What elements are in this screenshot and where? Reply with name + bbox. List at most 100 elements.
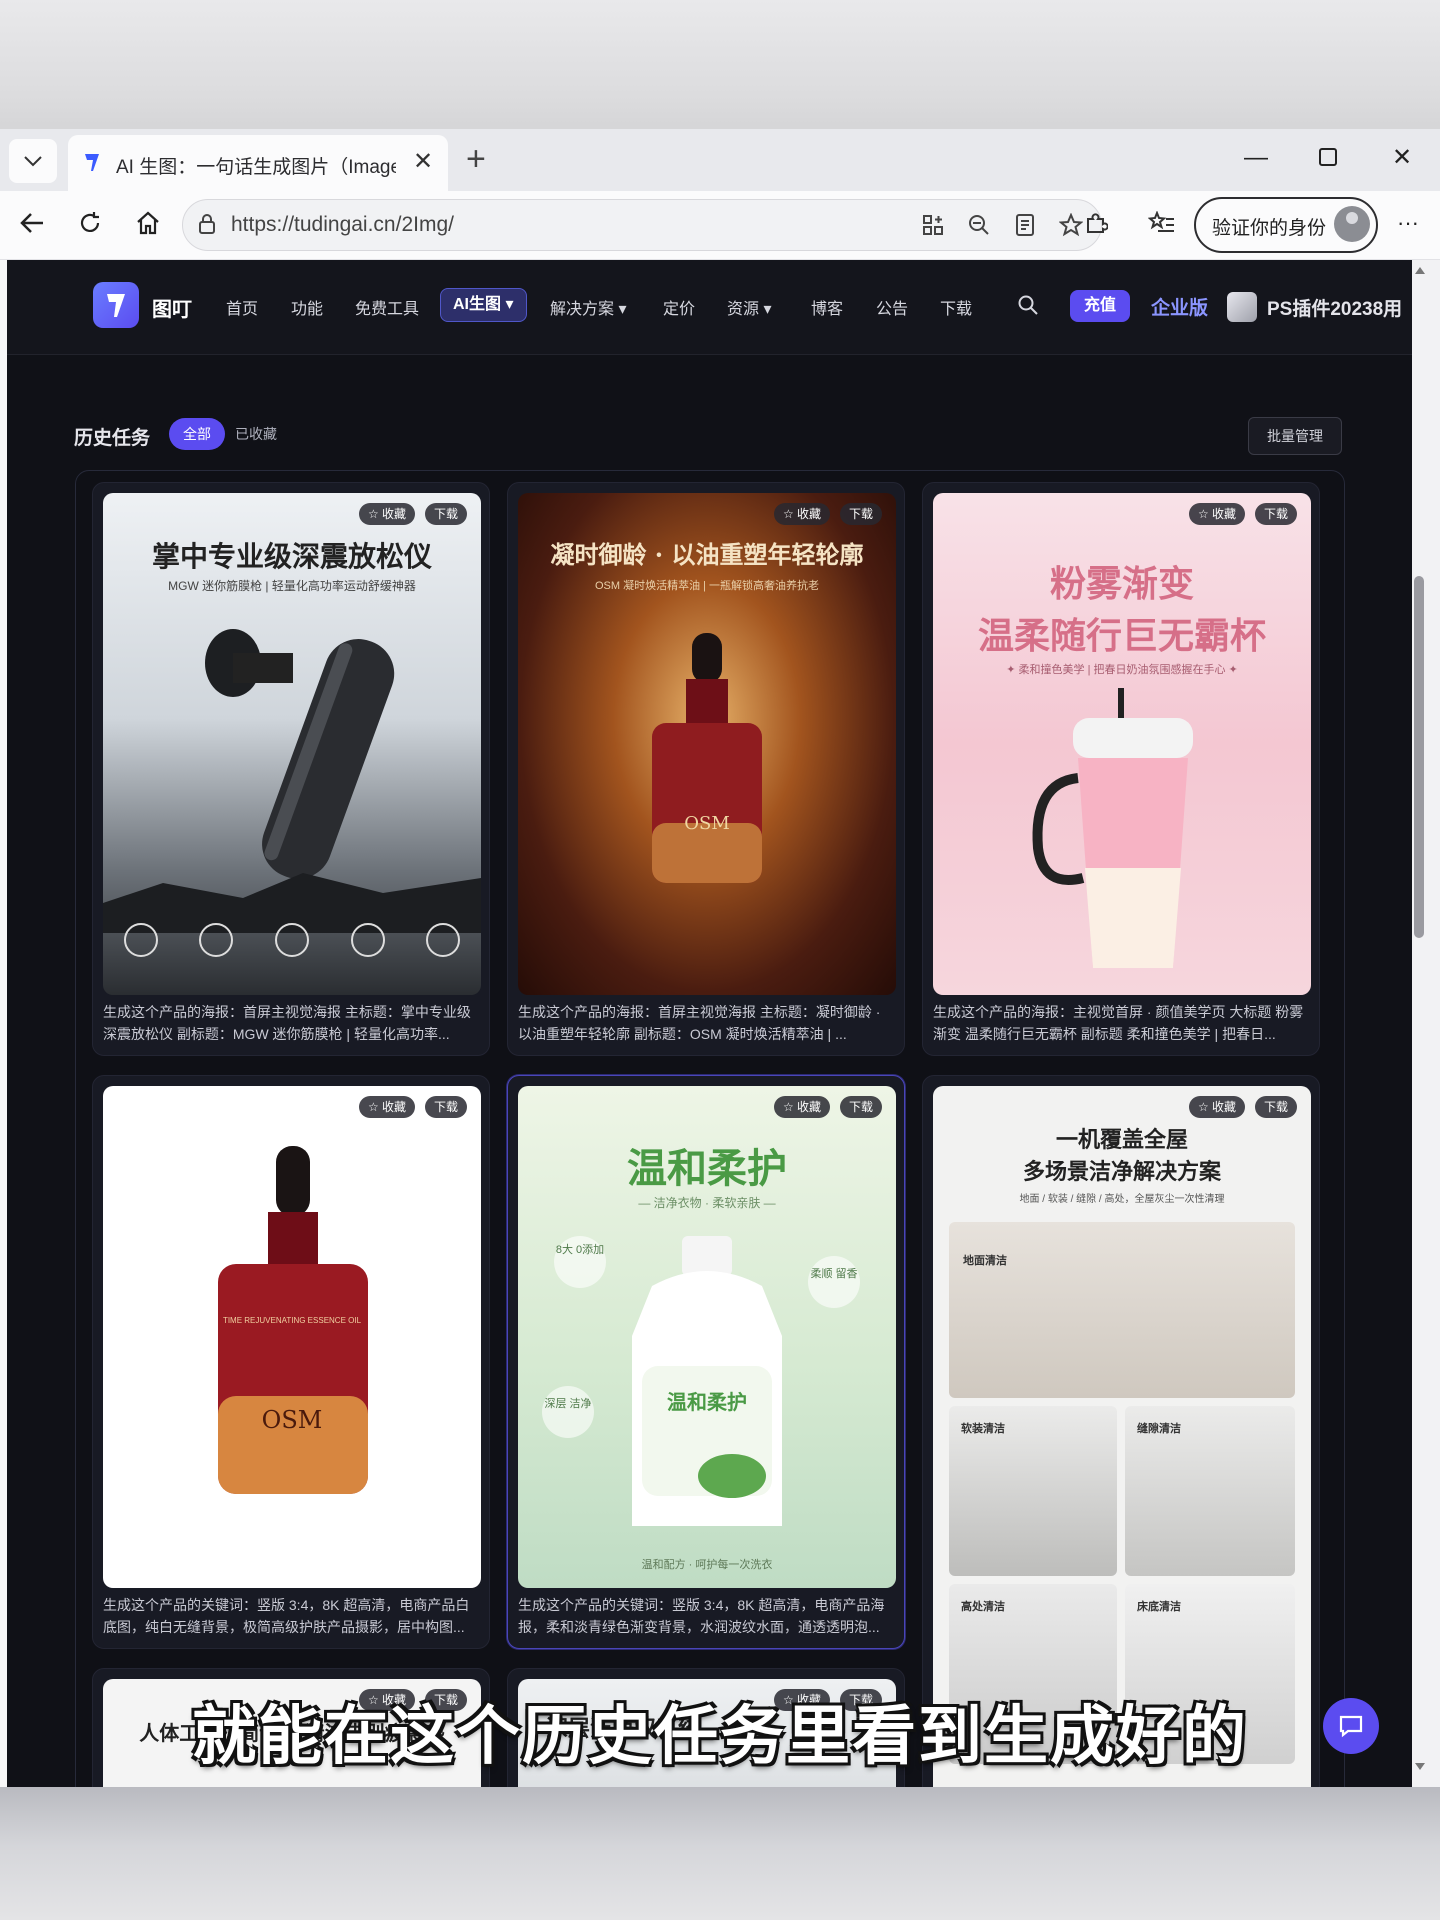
chevron-down-icon [24,156,42,167]
recharge-button[interactable]: 充值 [1070,290,1130,322]
search-icon[interactable] [1017,294,1039,316]
bottle-label: 温和柔护 [667,1392,747,1414]
profile-button[interactable]: 验证你的身份 [1194,197,1378,253]
home-icon [137,211,159,235]
filter-all-chip[interactable]: 全部 [169,418,225,450]
poster-title-line2: 多场景洁净解决方案 [1022,1159,1221,1184]
scroll-up-icon[interactable] [1414,265,1426,275]
favorite-button[interactable]: ☆ 收藏 [774,1096,830,1118]
favorite-button[interactable]: ☆ 收藏 [359,503,415,525]
download-button[interactable]: 下载 [1255,1096,1297,1118]
poster-image[interactable]: 凝时御龄 · 以油重塑年轻轮廓 OSM 凝时焕活精萃油 | 一瓶解锁高奢油养抗老… [518,493,896,995]
panel-gap: 缝隙清洁 [1125,1406,1295,1576]
history-card[interactable]: 掌中专业级深震放松仪 MGW 迷你筋膜枪 | 轻量化高功率运动舒缓神器 ☆ 收藏… [92,482,490,1056]
nav-announcements[interactable]: 公告 [876,295,908,319]
site-logo[interactable] [93,282,139,328]
favorite-button[interactable]: ☆ 收藏 [359,1096,415,1118]
poster-title: 温和柔护 [627,1145,787,1192]
favorites-button[interactable] [1144,205,1180,241]
poster-title-line1: 粉雾渐变 [1049,563,1194,605]
filter-favorites-chip[interactable]: 已收藏 [235,424,277,444]
background-blur [0,1787,1440,1920]
app-grid-icon[interactable] [915,209,951,241]
badge-softening: 柔顺 留香 [808,1256,860,1308]
history-card[interactable]: 一机覆盖全屋 多场景洁净解决方案 地面 / 软装 / 缝隙 / 高处，全屋灰尘一… [922,1075,1320,1787]
nav-solutions-label: 解决方案 [550,301,615,318]
close-window-button[interactable]: ✕ [1392,143,1412,173]
favorite-button[interactable]: ☆ 收藏 [1189,503,1245,525]
nav-blog[interactable]: 博客 [811,295,843,319]
more-menu-button[interactable]: ··· [1390,205,1426,241]
nav-download[interactable]: 下载 [940,295,972,319]
browser-toolbar: https://tudingai.cn/2Img/ 验证你的身份 ··· [0,191,1440,260]
poster-image[interactable]: 掌中专业级深震放松仪 MGW 迷你筋膜枪 | 轻量化高功率运动舒缓神器 ☆ 收藏… [103,493,481,995]
history-card[interactable]: TIME REJUVENATING ESSENCE OIL OSM ☆ 收藏 下… [92,1075,490,1649]
logo-icon [107,294,125,317]
poster-title: 凝时御龄 · 以油重塑年轻轮廓 [550,540,864,569]
nav-pricing[interactable]: 定价 [663,295,695,319]
extensions-button[interactable] [1078,205,1114,241]
download-button[interactable]: 下载 [425,1096,467,1118]
nav-ai-image[interactable]: AI生图 ▾ [440,288,527,322]
history-card[interactable]: 温和柔护 — 洁净衣物 · 柔软亲肤 — 8大 0添加 柔顺 留香 深层 洁净 … [507,1075,905,1649]
poster-image[interactable]: 一机覆盖全屋 多场景洁净解决方案 地面 / 软装 / 缝隙 / 高处，全屋灰尘一… [933,1086,1311,1787]
favorite-button[interactable]: ☆ 收藏 [1189,1096,1245,1118]
card-caption: 生成这个产品的海报：首屏主视觉海报 主标题：掌中专业级深震放松仪 副标题：MGW… [103,1004,471,1042]
chat-support-button[interactable] [1323,1698,1379,1754]
back-button[interactable] [14,205,50,241]
favorite-button[interactable]: ☆ 收藏 [774,503,830,525]
serum-bottle-graphic [218,1146,368,1494]
maximize-button[interactable] [1318,145,1338,175]
history-card[interactable]: 粉雾渐变 温柔随行巨无霸杯 ✦ 柔和撞色美学 | 把春日奶油氛围感握在手心 ✦ … [922,482,1320,1056]
panel-fabric: 软装清洁 [949,1406,1117,1576]
avatar [1334,206,1370,242]
site-header: 图叮 首页 功能 免费工具 AI生图 ▾ 解决方案 ▾ 定价 资源 ▾ 博客 公… [7,260,1412,355]
minimize-button[interactable]: — [1244,143,1268,173]
history-title: 历史任务 [74,428,151,449]
web-page: 图叮 首页 功能 免费工具 AI生图 ▾ 解决方案 ▾ 定价 资源 ▾ 博客 公… [7,260,1412,1787]
panel-label: 床底清洁 [1137,1601,1181,1613]
reader-mode-icon[interactable] [1007,209,1043,241]
nav-resources-label: 资源 [727,301,760,318]
new-tab-button[interactable]: + [466,139,486,179]
home-button[interactable] [130,205,166,241]
poster-image[interactable]: 粉雾渐变 温柔随行巨无霸杯 ✦ 柔和撞色美学 | 把春日奶油氛围感握在手心 ✦ … [933,493,1311,995]
enterprise-link[interactable]: 企业版 [1151,293,1208,320]
nav-home[interactable]: 首页 [226,295,258,319]
scrollbar[interactable] [1412,260,1440,1787]
download-button[interactable]: 下载 [840,1096,882,1118]
active-tab[interactable]: AI 生图：一句话生成图片（Image ✕ [68,135,448,191]
download-button[interactable]: 下载 [1255,503,1297,525]
address-bar[interactable]: https://tudingai.cn/2Img/ [182,199,1102,251]
poster-subtitle: ✦ 柔和撞色美学 | 把春日奶油氛围感握在手心 ✦ [1006,664,1238,676]
poster-image[interactable]: 温和柔护 — 洁净衣物 · 柔软亲肤 — 8大 0添加 柔顺 留香 深层 洁净 … [518,1086,896,1588]
zoom-out-icon[interactable] [961,209,997,241]
download-button[interactable]: 下载 [840,503,882,525]
serum-bottle-graphic [652,633,762,883]
url-text: https://tudingai.cn/2Img/ [231,213,454,236]
batch-manage-button[interactable]: 批量管理 [1248,417,1342,455]
logo-text[interactable]: 图叮 [152,293,192,322]
panel-floor: 地面清洁 [949,1222,1295,1398]
close-tab-icon[interactable]: ✕ [413,147,433,176]
history-card[interactable]: 凝时御龄 · 以油重塑年轻轮廓 OSM 凝时焕活精萃油 | 一瓶解锁高奢油养抗老… [507,482,905,1056]
download-button[interactable]: 下载 [425,503,467,525]
panel-label: 地面清洁 [963,1255,1007,1267]
chat-bubble-icon [1339,1715,1363,1738]
panel-label: 软装清洁 [961,1423,1005,1435]
nav-features[interactable]: 功能 [291,295,323,319]
scrollbar-thumb[interactable] [1414,576,1424,938]
refresh-button[interactable] [72,205,108,241]
favorites-list-icon [1148,211,1174,232]
poster-title-line2: 温柔随行巨无霸杯 [977,615,1266,657]
tumbler-graphic [1032,688,1193,968]
tab-actions-button[interactable] [9,139,57,183]
feature-icons-row [103,923,481,957]
card-caption: 生成这个产品的海报：首屏主视觉海报 主标题：凝时御龄 · 以油重塑年轻轮廓 副标… [518,1004,881,1042]
tab-strip: AI 生图：一句话生成图片（Image ✕ + — ✕ [0,129,1440,191]
poster-image[interactable]: TIME REJUVENATING ESSENCE OIL OSM ☆ 收藏 下… [103,1086,481,1588]
ps-plugin-link[interactable]: PS插件20238用 [1267,294,1402,321]
nav-free-tools[interactable]: 免费工具 [355,295,419,319]
nav-resources[interactable]: 资源 ▾ [727,295,772,319]
nav-solutions[interactable]: 解决方案 ▾ [550,295,627,319]
